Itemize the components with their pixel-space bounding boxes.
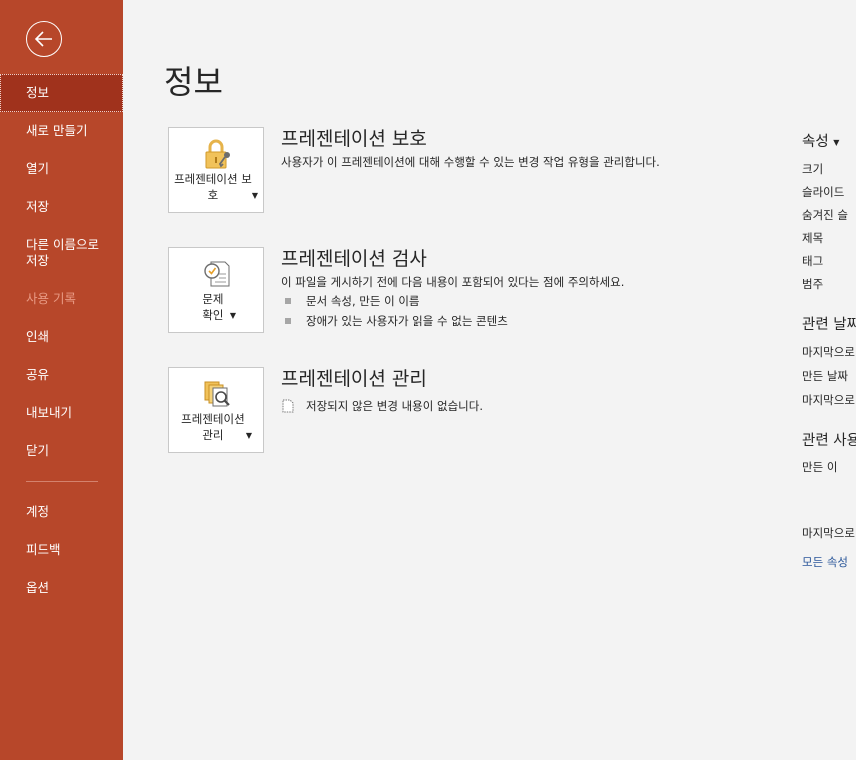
manage-note: 저장되지 않은 변경 내용이 없습니다. (281, 396, 721, 416)
nav-item-history: 사용 기록 (0, 280, 123, 318)
nav-item-open[interactable]: 열기 (0, 150, 123, 188)
nav-item-save-as[interactable]: 다른 이름으로 저장 (0, 226, 123, 280)
manage-button-label: 프레젠테이션 관리 ▼ (181, 412, 253, 442)
property-label: 크기 (802, 162, 824, 176)
nav-item-label: 계정 (26, 504, 50, 519)
properties-heading[interactable]: 속성 ▼ (802, 132, 839, 153)
document-icon (282, 399, 294, 413)
people-label: 만든 이 (802, 460, 838, 474)
nav-list: 정보 새로 만들기 열기 저장 다른 이름으로 저장 사용 기록 인쇄 공유 내… (0, 74, 123, 607)
date-label: 마지막으로 (802, 345, 855, 359)
nav-item-options[interactable]: 옵션 (0, 569, 123, 607)
protect-presentation-button[interactable]: 프레젠테이션 보호 ▼ (168, 127, 264, 213)
protect-text: 프레젠테이션 보호 사용자가 이 프레젠테이션에 대해 수행할 수 있는 변경 … (281, 127, 721, 171)
nav-item-label: 새로 만들기 (26, 123, 88, 138)
manage-heading: 프레젠테이션 관리 (281, 368, 427, 390)
inspect-description: 이 파일을 게시하기 전에 다음 내용이 포함되어 있다는 점에 주의하세요. (281, 275, 625, 289)
related-dates-heading: 관련 날짜 (802, 317, 856, 333)
nav-item-feedback[interactable]: 피드백 (0, 531, 123, 569)
nav-item-label: 공유 (26, 367, 50, 382)
inspect-heading: 프레젠테이션 검사 (281, 248, 427, 270)
manage-presentation-button[interactable]: 프레젠테이션 관리 ▼ (168, 367, 264, 453)
lock-key-icon (205, 139, 230, 169)
property-label: 범주 (802, 277, 824, 291)
nav-item-share[interactable]: 공유 (0, 356, 123, 394)
page-title: 정보 (164, 63, 223, 101)
people-label: 마지막으로 (802, 526, 855, 540)
dropdown-caret-icon: ▼ (833, 138, 840, 147)
property-label: 제목 (802, 231, 824, 245)
nav-divider (26, 481, 98, 482)
property-label: 태그 (802, 254, 824, 268)
dropdown-caret-icon: ▼ (245, 431, 253, 440)
backstage-sidebar: 정보 새로 만들기 열기 저장 다른 이름으로 저장 사용 기록 인쇄 공유 내… (0, 0, 123, 760)
inspect-bullet: 문서 속성, 만든 이 이름 (281, 291, 721, 311)
back-button[interactable] (26, 21, 62, 57)
inspect-bullet: 장애가 있는 사용자가 읽을 수 없는 콘텐츠 (281, 311, 721, 331)
nav-item-close[interactable]: 닫기 (0, 432, 123, 470)
properties-panel: 속성 ▼ 크기 슬라이드 숨겨진 슬 제목 태그 범주 관련 날짜 마지막으로 … (802, 0, 856, 760)
manage-versions-icon (204, 381, 230, 407)
nav-item-label: 피드백 (26, 542, 61, 557)
dropdown-caret-icon: ▼ (229, 311, 237, 320)
nav-item-label: 옵션 (26, 580, 50, 595)
nav-item-save[interactable]: 저장 (0, 188, 123, 226)
protect-heading: 프레젠테이션 보호 (281, 128, 427, 150)
dropdown-caret-icon: ▼ (251, 191, 259, 200)
nav-item-label: 다른 이름으로 저장 (26, 237, 99, 268)
nav-item-label: 인쇄 (26, 329, 50, 344)
manage-text: 프레젠테이션 관리 저장되지 않은 변경 내용이 없습니다. (281, 367, 721, 416)
date-label: 마지막으로 (802, 393, 855, 407)
nav-item-export[interactable]: 내보내기 (0, 394, 123, 432)
manage-note-text: 저장되지 않은 변경 내용이 없습니다. (306, 399, 483, 413)
check-for-issues-button[interactable]: 문제 확인 ▼ (168, 247, 264, 333)
check-issues-button-label: 문제 확인 ▼ (202, 292, 237, 322)
nav-item-label: 열기 (26, 161, 50, 176)
protect-button-label: 프레젠테이션 보호 ▼ (174, 172, 259, 202)
nav-item-label: 사용 기록 (26, 291, 76, 306)
show-all-properties-link[interactable]: 모든 속성 (802, 554, 848, 570)
nav-item-new[interactable]: 새로 만들기 (0, 112, 123, 150)
info-pane: 정보 프레젠테이션 보호 ▼ 프레젠테이션 보호 사용자가 이 프레젠테이션에 대… (123, 0, 856, 760)
back-arrow-icon (34, 31, 52, 47)
inspect-document-icon (204, 261, 230, 287)
nav-item-info[interactable]: 정보 (0, 74, 123, 112)
inspect-text: 프레젠테이션 검사 이 파일을 게시하기 전에 다음 내용이 포함되어 있다는 … (281, 247, 721, 331)
nav-item-label: 정보 (26, 85, 50, 100)
property-label: 슬라이드 (802, 185, 845, 199)
nav-item-label: 닫기 (26, 443, 50, 458)
nav-item-label: 저장 (26, 199, 50, 214)
nav-item-print[interactable]: 인쇄 (0, 318, 123, 356)
protect-description: 사용자가 이 프레젠테이션에 대해 수행할 수 있는 변경 작업 유형을 관리합… (281, 155, 660, 169)
property-label: 숨겨진 슬 (802, 208, 848, 222)
related-people-heading: 관련 사용 (802, 433, 856, 449)
nav-item-account[interactable]: 계정 (0, 493, 123, 531)
date-label: 만든 날짜 (802, 369, 848, 383)
nav-item-label: 내보내기 (26, 405, 73, 420)
